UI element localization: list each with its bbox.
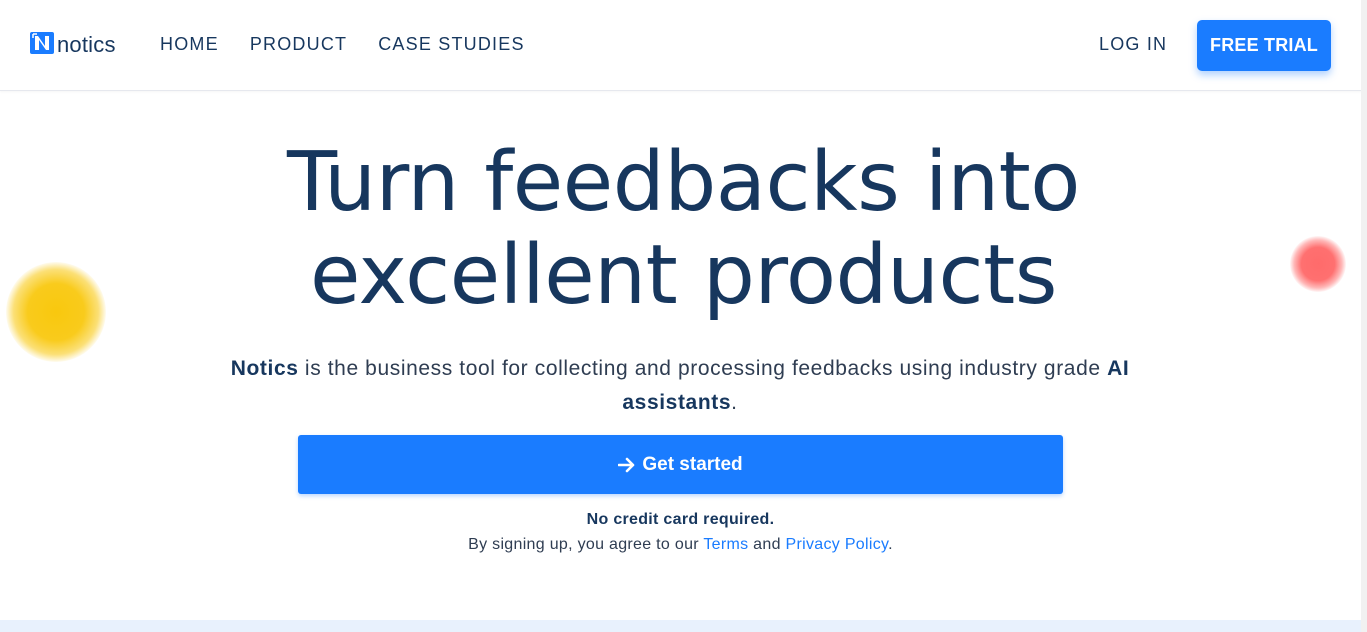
agree-and: and [748,536,786,553]
terms-link[interactable]: Terms [703,536,748,553]
login-link[interactable]: LOG IN [1099,34,1167,55]
hero-title: Turn feedbacks into excellent products [0,136,1367,322]
hero-title-line-1: Turn feedbacks into [287,135,1080,230]
get-started-label: Get started [642,453,743,475]
privacy-policy-link[interactable]: Privacy Policy [786,536,889,553]
agree-end: . [888,536,893,553]
logo[interactable]: notics [30,29,116,57]
terms-agreement: By signing up, you agree to our Terms an… [0,536,1361,554]
no-credit-card-note: No credit card required. [586,511,775,528]
arrow-right-icon [618,457,635,472]
nav-link-product[interactable]: PRODUCT [250,34,347,55]
free-trial-button[interactable]: FREE TRIAL [1197,20,1331,71]
nav-link-home[interactable]: HOME [160,34,219,55]
logo-text: notics [57,32,116,57]
subtitle-brand: Notics [230,357,299,380]
hero-title-line-2: excellent products [310,228,1057,323]
next-section-band [0,620,1367,632]
scrollbar-track[interactable] [1361,0,1367,632]
nav-link-case-studies[interactable]: CASE STUDIES [378,34,524,55]
hero-subtitle: Notics is the business tool for collecti… [170,352,1190,420]
subtitle-text: is the business tool for collecting and … [298,357,1108,380]
subtitle-end: . [731,391,738,414]
agree-prefix: By signing up, you agree to our [468,536,704,553]
notics-logo-icon [30,32,54,54]
main-nav: HOME PRODUCT CASE STUDIES [160,34,525,55]
get-started-button[interactable]: Get started [298,435,1063,494]
top-navigation: notics HOME PRODUCT CASE STUDIES LOG IN … [0,0,1367,91]
